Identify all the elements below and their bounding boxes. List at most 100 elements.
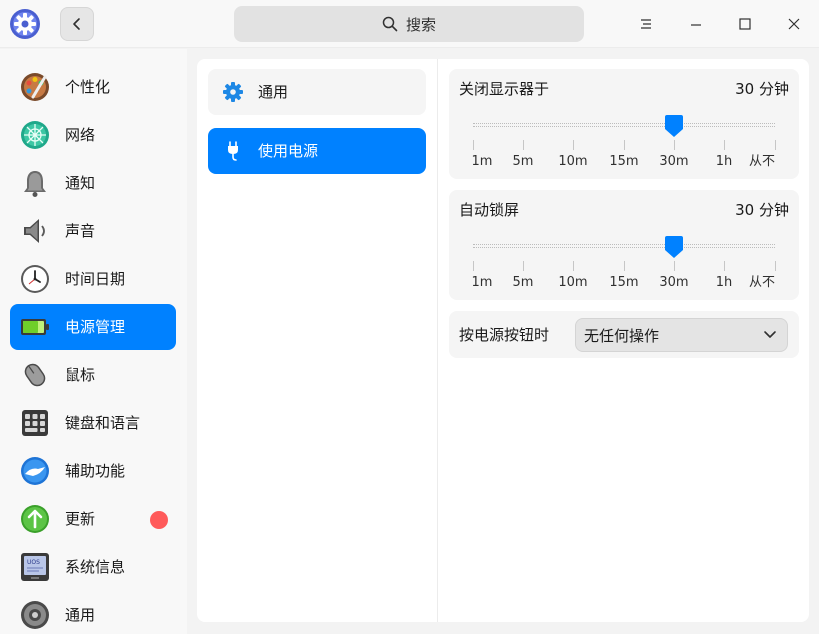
auto-lock-tick: [573, 261, 574, 271]
close-icon: [788, 18, 800, 30]
sidebar-item-label: 时间日期: [65, 270, 126, 288]
minimize-button[interactable]: [680, 8, 712, 40]
sidebar-item-sound[interactable]: 声音: [10, 208, 176, 254]
subnav-use-power-label: 使用电源: [258, 142, 319, 160]
chevron-down-icon: [764, 331, 776, 338]
sidebar-item-label: 通知: [65, 174, 96, 192]
sidebar-item-network[interactable]: 网络: [10, 112, 176, 158]
panel-divider: [437, 59, 438, 622]
menu-icon: [641, 19, 651, 29]
screen-off-value: 30 分钟: [735, 80, 789, 98]
sidebar: 个性化 网络 通知 声音 时间日期 电源管理 鼠标 键盘和语言 辅助功能 更新 …: [0, 49, 187, 634]
screen-off-tick-label: 30m: [659, 154, 689, 169]
auto-lock-tick: [724, 261, 725, 271]
sidebar-item-power[interactable]: 电源管理: [10, 304, 176, 350]
back-button[interactable]: [60, 7, 94, 41]
screen-off-tick: [624, 140, 625, 150]
sidebar-item-system-info[interactable]: UOS 系统信息: [10, 544, 176, 590]
sidebar-item-mouse[interactable]: 鼠标: [10, 352, 176, 398]
maximize-button[interactable]: [729, 8, 761, 40]
sidebar-item-label: 更新: [65, 510, 96, 528]
auto-lock-tick-label: 15m: [609, 275, 639, 290]
screen-off-tick: [674, 140, 675, 150]
sidebar-item-label: 声音: [65, 222, 96, 240]
sidebar-item-label: 系统信息: [65, 558, 126, 576]
auto-lock-tick: [523, 261, 524, 271]
auto-lock-tick: [775, 261, 776, 271]
battery-icon: [21, 319, 49, 335]
screen-off-slider-track[interactable]: [473, 123, 775, 127]
sidebar-item-label: 辅助功能: [65, 462, 126, 480]
sidebar-item-personalization[interactable]: 个性化: [10, 64, 176, 110]
screen-off-tick: [573, 140, 574, 150]
sidebar-item-general[interactable]: 通用: [10, 592, 176, 634]
auto-lock-tick-label: 5m: [512, 275, 534, 290]
auto-lock-tick: [624, 261, 625, 271]
gear-icon: [223, 82, 243, 102]
screen-off-tick: [473, 140, 474, 150]
screen-off-tick-label: 从不: [748, 154, 776, 169]
clock-icon: [21, 265, 49, 293]
screen-off-tick-label: 10m: [558, 154, 588, 169]
svg-text:UOS: UOS: [27, 559, 40, 566]
auto-lock-title: 自动锁屏: [459, 201, 520, 219]
accessibility-icon: [21, 457, 49, 485]
network-globe-icon: [21, 121, 49, 149]
screen-off-card: 关闭显示器于 30 分钟 1m 5m 10m 15m 30m 1h 从不: [449, 69, 799, 179]
sidebar-item-label: 网络: [65, 126, 96, 144]
power-plug-icon: [228, 141, 238, 161]
auto-lock-tick: [473, 261, 474, 271]
bell-icon: [24, 171, 46, 197]
power-button-action-select[interactable]: 无任何操作: [575, 318, 788, 352]
sidebar-item-label: 鼠标: [65, 366, 96, 384]
search-placeholder: 搜索: [405, 15, 436, 34]
search-icon: [382, 16, 398, 32]
update-badge: [150, 511, 168, 529]
maximize-icon: [739, 18, 751, 30]
settings-gear-logo-icon[interactable]: [9, 8, 41, 40]
sidebar-item-notification[interactable]: 通知: [10, 160, 176, 206]
personalization-palette-icon: [21, 73, 49, 101]
auto-lock-tick-label: 10m: [558, 275, 588, 290]
auto-lock-tick-label: 1h: [715, 275, 733, 290]
general-gear-icon: [21, 601, 49, 629]
sidebar-item-label: 个性化: [65, 78, 111, 96]
power-button-action-value: 无任何操作: [584, 327, 660, 345]
auto-lock-slider-thumb[interactable]: [664, 235, 684, 259]
screen-off-tick-label: 1m: [471, 154, 493, 169]
sidebar-item-accessibility[interactable]: 辅助功能: [10, 448, 176, 494]
auto-lock-tick: [674, 261, 675, 271]
sidebar-item-keyboard[interactable]: 键盘和语言: [10, 400, 176, 446]
subnav-use-power[interactable]: 使用电源: [208, 128, 426, 174]
power-button-card: 按电源按钮时 无任何操作: [449, 311, 799, 358]
auto-lock-tick-label: 从不: [748, 275, 776, 290]
menu-button[interactable]: [630, 8, 662, 40]
sidebar-item-label: 键盘和语言: [65, 414, 141, 432]
mouse-icon: [24, 363, 46, 387]
chevron-left-icon: [73, 18, 80, 30]
update-arrow-icon: [21, 505, 49, 533]
auto-lock-card: 自动锁屏 30 分钟 1m 5m 10m 15m 30m 1h 从不: [449, 190, 799, 300]
screen-off-tick: [775, 140, 776, 150]
screen-off-tick-label: 15m: [609, 154, 639, 169]
screen-off-tick: [523, 140, 524, 150]
auto-lock-slider-track[interactable]: [473, 244, 775, 248]
screen-off-slider-thumb[interactable]: [664, 114, 684, 138]
screen-off-tick-label: 5m: [512, 154, 534, 169]
keyboard-icon: [22, 410, 48, 436]
auto-lock-value: 30 分钟: [735, 201, 789, 219]
sidebar-item-label: 通用: [65, 606, 96, 624]
subnav-general-label: 通用: [258, 83, 289, 101]
speaker-icon: [24, 219, 45, 243]
close-button[interactable]: [778, 8, 810, 40]
minimize-icon: [691, 24, 701, 26]
screen-off-title: 关闭显示器于: [459, 80, 550, 98]
title-bar: 搜索: [0, 0, 819, 48]
search-input[interactable]: 搜索: [234, 6, 584, 42]
subnav-general[interactable]: 通用: [208, 69, 426, 115]
screen-off-tick-label: 1h: [715, 154, 733, 169]
sidebar-item-datetime[interactable]: 时间日期: [10, 256, 176, 302]
sidebar-item-label: 电源管理: [65, 318, 126, 336]
power-button-label: 按电源按钮时: [459, 326, 550, 344]
screen-off-tick: [724, 140, 725, 150]
